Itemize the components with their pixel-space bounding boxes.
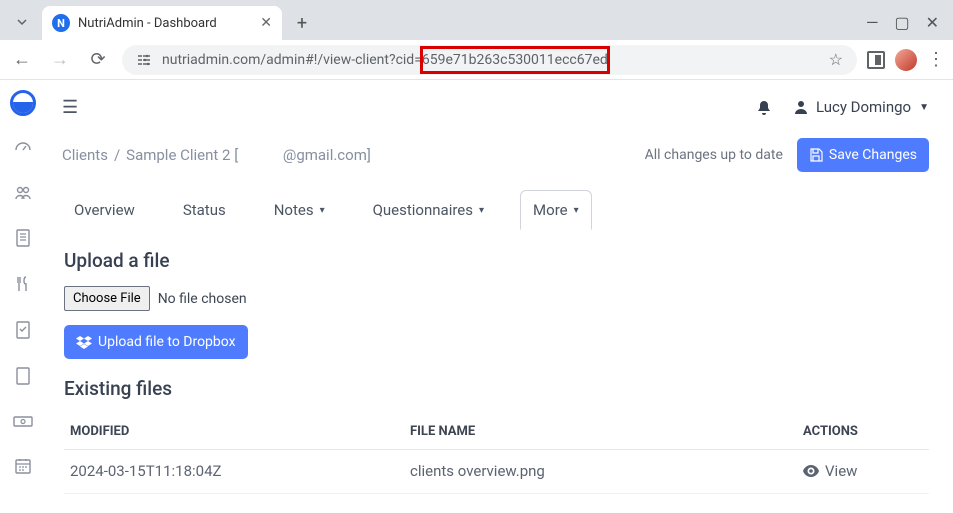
browser-menu-icon[interactable]: ⋮ xyxy=(927,49,945,70)
window-controls: — ▢ ✕ xyxy=(866,13,953,40)
col-header-filename: FILE NAME xyxy=(410,424,803,439)
client-tabs: Overview Status Notes▾ Questionnaires▾ M… xyxy=(62,190,929,231)
tab-questionnaires[interactable]: Questionnaires▾ xyxy=(361,190,496,230)
tab-notes[interactable]: Notes▾ xyxy=(262,190,337,230)
save-changes-button[interactable]: Save Changes xyxy=(797,138,929,172)
sidebar-calendar-icon[interactable] xyxy=(0,450,46,481)
browser-tab[interactable]: N NutriAdmin - Dashboard ✕ xyxy=(42,6,282,40)
tab-status[interactable]: Status xyxy=(171,190,238,230)
browser-toolbar: ← → ⟳ nutriadmin.com/admin#!/view-client… xyxy=(0,40,953,80)
profile-avatar[interactable] xyxy=(895,49,917,71)
new-tab-button[interactable]: + xyxy=(288,9,316,37)
tab-search-dropdown[interactable] xyxy=(4,4,40,40)
chevron-down-icon: ▼ xyxy=(919,102,929,113)
upload-to-dropbox-button[interactable]: Upload file to Dropbox xyxy=(64,325,248,359)
site-settings-icon[interactable] xyxy=(136,52,152,68)
back-button[interactable]: ← xyxy=(8,49,36,70)
tab-more[interactable]: More▾ xyxy=(520,190,592,230)
sidebar-reports-icon[interactable] xyxy=(0,313,46,345)
view-file-link[interactable]: View xyxy=(803,462,857,480)
upload-heading: Upload a file xyxy=(64,249,929,272)
url-text: nutriadmin.com/admin#!/view-client?cid=6… xyxy=(162,52,608,68)
sidebar-notes-icon[interactable] xyxy=(0,359,46,391)
maximize-icon[interactable]: ▢ xyxy=(894,13,909,32)
favicon: N xyxy=(52,14,70,32)
close-tab-icon[interactable]: ✕ xyxy=(260,15,272,31)
eye-icon xyxy=(803,465,819,477)
app-sidebar xyxy=(0,80,46,513)
col-header-modified: MODIFIED xyxy=(70,424,410,439)
existing-files-heading: Existing files xyxy=(64,377,929,400)
user-icon xyxy=(794,100,808,114)
files-table: MODIFIED FILE NAME ACTIONS 2024-03-15T11… xyxy=(64,414,929,494)
cell-filename: clients overview.png xyxy=(410,462,803,481)
breadcrumb-root[interactable]: Clients xyxy=(62,146,108,164)
chevron-down-icon: ▾ xyxy=(479,205,484,216)
forward-button[interactable]: → xyxy=(46,49,74,70)
file-chosen-label: No file chosen xyxy=(158,291,247,307)
app-topbar: ☰ Lucy Domingo ▼ xyxy=(62,88,929,126)
hamburger-menu-icon[interactable]: ☰ xyxy=(62,97,78,118)
sidebar-billing-icon[interactable] xyxy=(0,405,46,436)
browser-tab-strip: N NutriAdmin - Dashboard ✕ + — ▢ ✕ xyxy=(0,0,953,40)
address-bar[interactable]: nutriadmin.com/admin#!/view-client?cid=6… xyxy=(122,45,857,75)
breadcrumb-current: Sample Client 2 [ @gmail.com] xyxy=(126,146,371,164)
tab-title: NutriAdmin - Dashboard xyxy=(78,16,252,31)
reload-button[interactable]: ⟳ xyxy=(84,49,112,70)
sidebar-dashboard-icon[interactable] xyxy=(0,130,46,162)
notifications-bell-icon[interactable] xyxy=(756,98,772,117)
choose-file-button[interactable]: Choose File xyxy=(64,286,150,311)
minimize-icon[interactable]: — xyxy=(866,13,879,32)
cell-modified: 2024-03-15T11:18:04Z xyxy=(70,462,410,481)
chevron-down-icon: ▾ xyxy=(320,205,325,216)
close-window-icon[interactable]: ✕ xyxy=(926,13,939,32)
user-name: Lucy Domingo xyxy=(816,98,911,116)
sidebar-documents-icon[interactable] xyxy=(0,222,46,254)
extensions-icon[interactable] xyxy=(867,51,885,69)
tab-overview[interactable]: Overview xyxy=(62,190,147,230)
dropbox-icon xyxy=(76,335,92,349)
sidebar-clients-icon[interactable] xyxy=(0,176,46,208)
app-logo[interactable] xyxy=(10,90,36,116)
sidebar-meals-icon[interactable] xyxy=(0,267,46,299)
user-menu[interactable]: Lucy Domingo ▼ xyxy=(794,98,929,116)
table-row: 2024-03-15T11:18:04Z clients overview.pn… xyxy=(64,450,929,494)
save-status: All changes up to date xyxy=(645,147,783,163)
bookmark-star-icon[interactable]: ☆ xyxy=(829,50,843,69)
col-header-actions: ACTIONS xyxy=(803,424,923,439)
save-icon xyxy=(809,148,823,162)
breadcrumb: Clients / Sample Client 2 [ @gmail.com] xyxy=(62,146,371,164)
chevron-down-icon: ▾ xyxy=(574,205,579,216)
